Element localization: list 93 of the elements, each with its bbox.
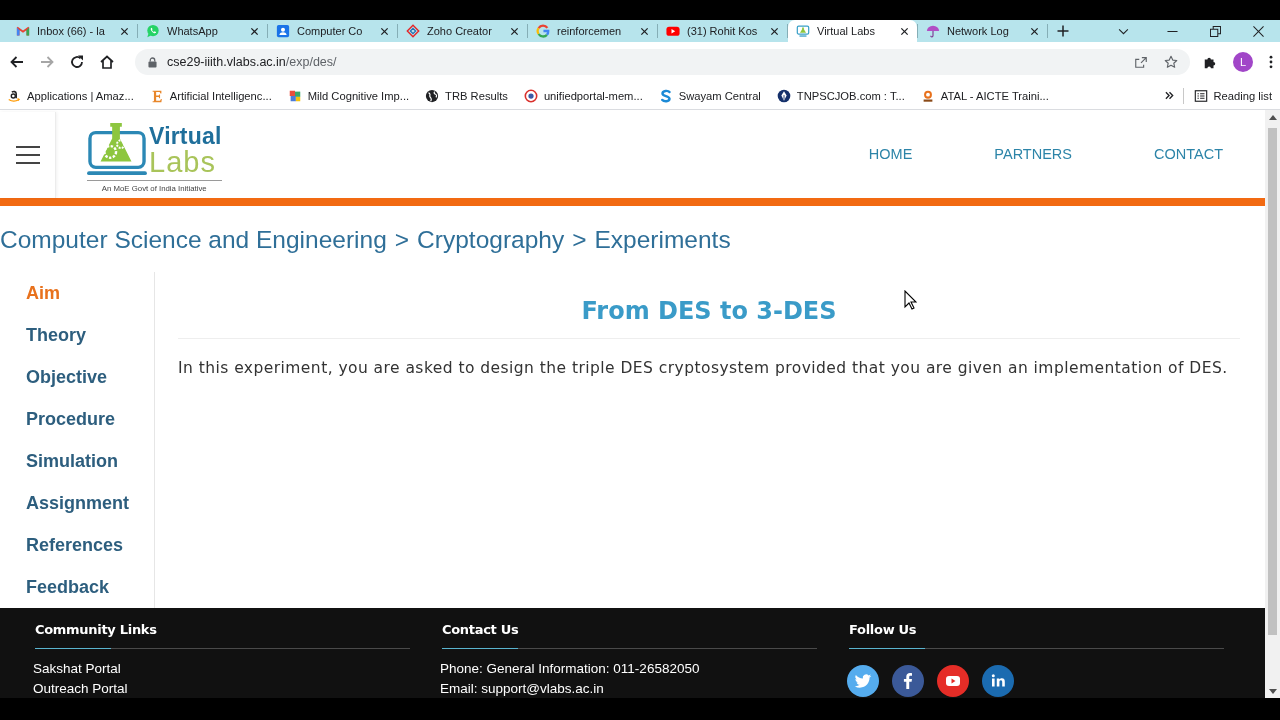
bookmark-item[interactable]: Applications | Amaz... xyxy=(7,88,134,103)
smile-arrow-icon xyxy=(7,88,21,103)
bookmark-item[interactable]: Artificial Intelligenc... xyxy=(149,88,272,103)
breadcrumb-link[interactable]: Computer Science and Engineering xyxy=(0,226,387,254)
nav-link[interactable]: CONTACT xyxy=(1154,146,1223,162)
close-icon[interactable] xyxy=(1253,25,1264,37)
browser-tab[interactable]: Network Log xyxy=(918,20,1047,42)
home-icon[interactable] xyxy=(99,54,115,70)
breadcrumb-link[interactable]: Cryptography xyxy=(417,226,565,254)
bookmark-item[interactable]: unifiedportal-mem... xyxy=(523,88,643,103)
chat-bubble-icon xyxy=(146,24,160,38)
breadcrumb-separator: > xyxy=(394,226,410,254)
menu-dots-icon[interactable] xyxy=(1269,55,1273,69)
reading-list-button[interactable]: Reading list xyxy=(1193,88,1272,103)
close-icon[interactable] xyxy=(900,26,909,36)
mail-icon xyxy=(16,24,30,38)
browser-tab[interactable]: Virtual Labs xyxy=(788,20,917,42)
bookmark-item[interactable]: TRB Results xyxy=(425,88,508,103)
browser-tab[interactable]: WhatsApp xyxy=(138,20,267,42)
pen-nib-icon xyxy=(776,88,791,103)
close-icon[interactable] xyxy=(510,26,519,36)
nav-link[interactable]: PARTNERS xyxy=(994,146,1072,162)
close-icon[interactable] xyxy=(770,26,779,36)
close-icon[interactable] xyxy=(250,26,259,36)
sidebar-link[interactable]: Theory xyxy=(0,314,154,356)
footer-heading: Community Links xyxy=(35,621,157,639)
close-icon[interactable] xyxy=(1030,26,1039,36)
browser-tab[interactable]: Computer Co xyxy=(268,20,397,42)
menu-icon xyxy=(15,146,40,164)
ring-emblem-icon xyxy=(523,88,538,103)
footer-heading: Follow Us xyxy=(849,621,917,639)
scroll-up-arrow-icon[interactable] xyxy=(1268,115,1277,120)
browser-tab[interactable]: Inbox (66) - la xyxy=(8,20,137,42)
browser-tab[interactable]: reinforcemen xyxy=(528,20,657,42)
browser-tab[interactable]: (31) Rohit Kos xyxy=(658,20,787,42)
lock-icon[interactable] xyxy=(148,56,157,68)
colored-blocks-icon xyxy=(287,88,302,103)
contact-card-icon xyxy=(276,24,290,38)
browser-tab[interactable]: Zoho Creator xyxy=(398,20,527,42)
contact-text: Email: support@vlabs.ac.in xyxy=(440,680,604,698)
flask-monitor-icon xyxy=(87,121,147,177)
menu-button[interactable] xyxy=(0,112,56,198)
s-curve-icon xyxy=(658,88,673,103)
sidebar-link[interactable]: Feedback xyxy=(0,566,154,608)
contact-text: Phone: General Information: 011-26582050 xyxy=(440,660,700,678)
close-icon[interactable] xyxy=(380,26,389,36)
reload-icon[interactable] xyxy=(69,54,85,70)
scrollbar-thumb[interactable] xyxy=(1268,128,1277,635)
experiment-text: In this experiment, you are asked to design the triple DES cryptosystem provided that you are given an implementation of DES. xyxy=(178,358,1229,379)
mouse-pointer-icon xyxy=(904,290,917,310)
experiment-title: From DES to 3-DES xyxy=(178,294,1240,339)
puzzle-icon[interactable] xyxy=(1203,55,1217,69)
flask-monitor-icon xyxy=(796,24,810,38)
sidebar-link[interactable]: Procedure xyxy=(0,398,154,440)
umbrella-icon xyxy=(926,24,940,38)
double-chevron-icon[interactable] xyxy=(1164,91,1174,100)
bookmark-item[interactable]: Swayam Central xyxy=(658,88,761,103)
plus-icon[interactable] xyxy=(1057,25,1069,37)
star-icon[interactable] xyxy=(1164,55,1178,69)
share-icon[interactable] xyxy=(1134,55,1148,69)
in-logo-icon[interactable] xyxy=(982,665,1014,697)
nav-link[interactable]: HOME xyxy=(868,146,913,162)
play-button-icon xyxy=(666,24,680,38)
breadcrumb-separator: > xyxy=(572,226,587,254)
close-icon[interactable] xyxy=(640,26,649,36)
logo-text: Virtual xyxy=(149,125,222,148)
scrollbar[interactable] xyxy=(1265,110,1280,698)
profile-avatar[interactable]: L xyxy=(1233,52,1253,72)
footer-link[interactable]: Sakshat Portal xyxy=(33,659,121,679)
sidebar-link[interactable]: Simulation xyxy=(0,440,154,482)
close-icon[interactable] xyxy=(120,26,129,36)
bookmark-item[interactable]: Mild Cognitive Imp... xyxy=(287,88,410,103)
footer-heading: Contact Us xyxy=(442,621,519,639)
diamond-icon xyxy=(406,24,420,38)
back-arrow-icon[interactable] xyxy=(9,54,25,70)
logo-text: Labs xyxy=(149,148,217,177)
list-icon xyxy=(1193,88,1208,103)
breadcrumb-link[interactable]: Experiments xyxy=(594,226,731,254)
bird-icon[interactable] xyxy=(847,665,879,697)
sidebar-link[interactable]: Assignment xyxy=(0,482,154,524)
video-play-icon[interactable] xyxy=(937,665,969,697)
sidebar-link[interactable]: References xyxy=(0,524,154,566)
bookmark-item[interactable]: ATAL - AICTE Traini... xyxy=(920,88,1049,103)
f-logo-icon[interactable] xyxy=(892,665,924,697)
address-field[interactable]: cse29-iiith.vlabs.ac.in/exp/des/ xyxy=(135,49,1190,75)
sidebar-link[interactable]: Objective xyxy=(0,356,154,398)
bookmark-item[interactable]: TNPSCJOB.com : T... xyxy=(776,88,905,103)
globe-icon xyxy=(425,88,440,103)
footer-link[interactable]: Outreach Portal xyxy=(33,679,128,699)
scroll-down-arrow-icon[interactable] xyxy=(1268,689,1277,694)
restore-icon[interactable] xyxy=(1210,25,1221,37)
g-logo-icon xyxy=(536,24,550,38)
caret-down-icon[interactable] xyxy=(1118,27,1129,35)
